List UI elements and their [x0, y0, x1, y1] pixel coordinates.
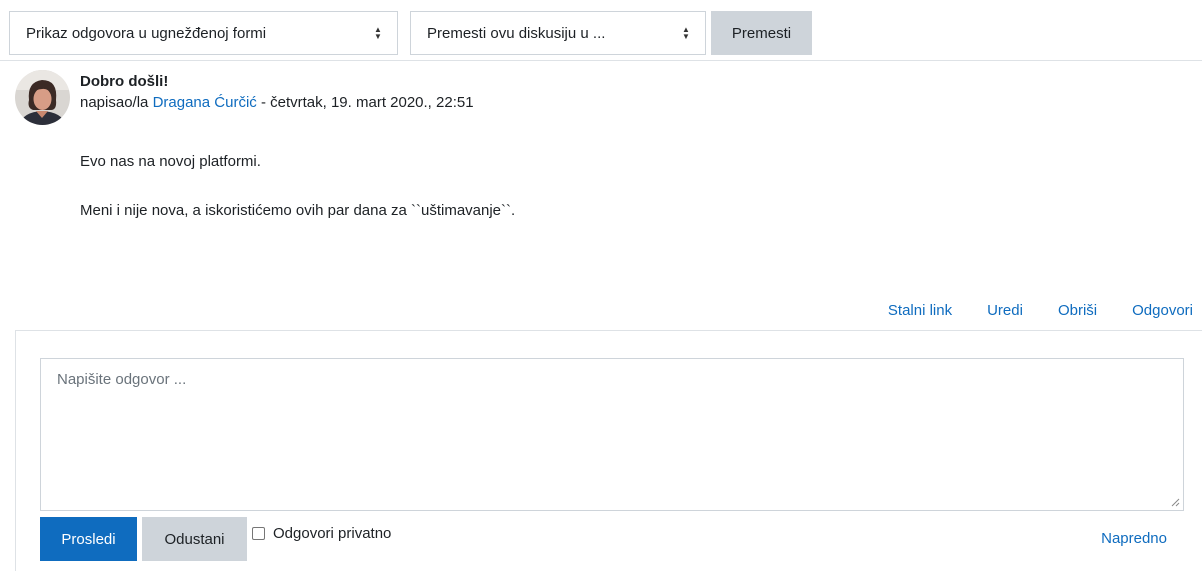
delete-link[interactable]: Obriši [1058, 302, 1097, 319]
private-reply-checkbox[interactable] [252, 527, 265, 540]
move-button[interactable]: Premesti [711, 11, 812, 55]
meta-date: - četvrtak, 19. mart 2020., 22:51 [256, 94, 474, 111]
post-paragraph: Evo nas na novoj platformi. [80, 153, 261, 170]
permalink-link[interactable]: Stalni link [888, 302, 952, 319]
submit-reply-button[interactable]: Prosledi [40, 517, 137, 561]
advanced-link[interactable]: Napredno [1101, 530, 1167, 547]
post-actions: Stalni link Uredi Obriši Odgovori [888, 302, 1193, 319]
move-discussion-select[interactable]: Premesti ovu diskusiju u ... ▲ ▼ [410, 11, 706, 55]
private-reply-option[interactable]: Odgovori privatno [252, 525, 391, 542]
forum-discussion-page: Prikaz odgovora u ugnežđenoj formi ▲ ▼ Pr… [0, 0, 1202, 571]
edit-link[interactable]: Uredi [987, 302, 1023, 319]
author-link[interactable]: Dragana Ćurčić [153, 94, 257, 111]
author-avatar[interactable] [15, 70, 70, 125]
resize-handle-icon[interactable] [1170, 497, 1180, 507]
meta-prefix: napisao/la [80, 94, 149, 111]
select-arrows-icon: ▲ ▼ [682, 25, 690, 41]
private-reply-label: Odgovori privatno [273, 525, 392, 542]
post-paragraph: Meni i nije nova, a iskoristićemo ovih p… [80, 202, 516, 219]
display-mode-select[interactable]: Prikaz odgovora u ugnežđenoj formi ▲ ▼ [9, 11, 398, 55]
select-arrows-icon: ▲ ▼ [374, 25, 382, 41]
display-mode-label: Prikaz odgovora u ugnežđenoj formi [26, 24, 267, 42]
move-discussion-label: Premesti ovu diskusiju u ... [427, 24, 606, 42]
post-title: Dobro došli! [80, 73, 169, 90]
reply-textarea[interactable]: Napišite odgovor ... [40, 358, 1184, 511]
divider [0, 60, 1202, 61]
cancel-reply-button[interactable]: Odustani [142, 517, 247, 561]
reply-link[interactable]: Odgovori [1132, 302, 1193, 319]
reply-placeholder: Napišite odgovor ... [57, 371, 187, 388]
post-meta: napisao/la Dragana Ćurčić - četvrtak, 19… [80, 94, 474, 111]
